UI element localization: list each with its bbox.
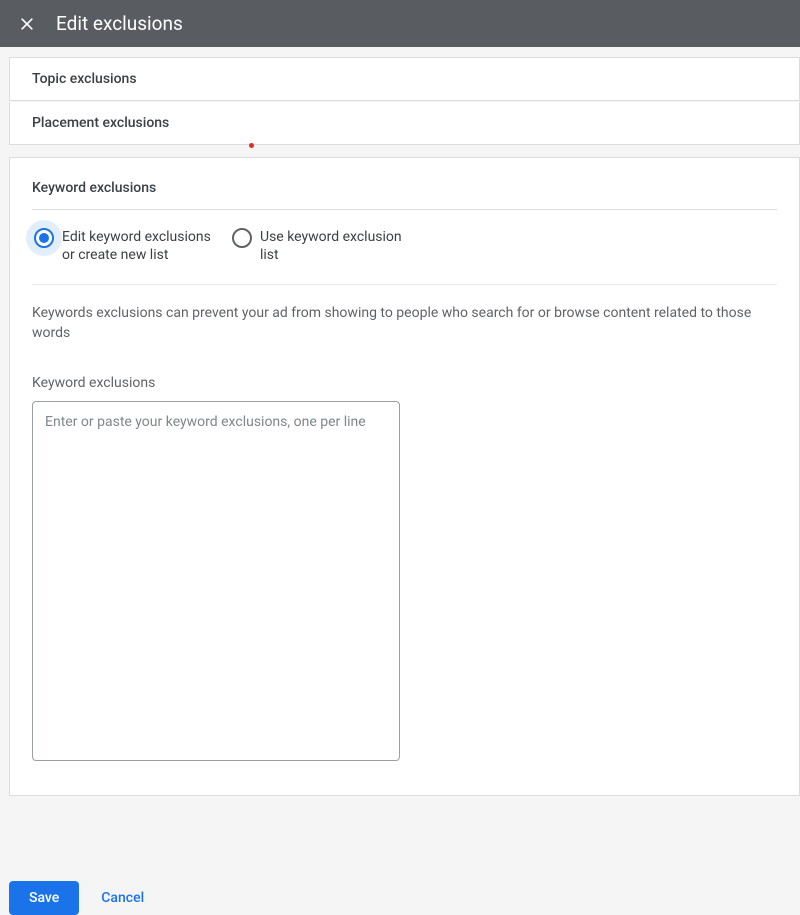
error-indicator-dot [249,143,254,148]
radio-icon [232,228,252,248]
save-button[interactable]: Save [9,881,79,915]
radio-edit-or-create[interactable]: Edit keyword exclusions or create new li… [34,228,224,264]
keyword-description: Keywords exclusions can prevent your ad … [32,303,777,343]
topic-exclusions-title: Topic exclusions [32,71,777,87]
radio-group: Edit keyword exclusions or create new li… [32,228,777,285]
textarea-label: Keyword exclusions [32,375,777,391]
radio-use-list[interactable]: Use keyword exclusion list [232,228,422,264]
radio-use-label: Use keyword exclusion list [260,228,422,264]
radio-icon [34,228,54,248]
content-area: Topic exclusions Placement exclusions Ke… [0,47,800,796]
keyword-exclusions-input[interactable] [32,401,400,761]
close-button[interactable] [12,9,42,39]
footer-bar: Save Cancel [0,881,800,915]
placement-exclusions-title: Placement exclusions [32,115,777,131]
keyword-section-header: Keyword exclusions [32,180,777,210]
keyword-exclusions-section: Keyword exclusions Edit keyword exclusio… [9,157,800,796]
placement-exclusions-section[interactable]: Placement exclusions [9,102,800,145]
radio-edit-label: Edit keyword exclusions or create new li… [62,228,224,264]
header-bar: Edit exclusions [0,0,800,47]
page-title: Edit exclusions [56,12,183,35]
keyword-exclusions-title: Keyword exclusions [32,180,777,196]
close-icon [19,16,35,32]
cancel-button[interactable]: Cancel [93,881,152,915]
topic-exclusions-section[interactable]: Topic exclusions [9,57,800,101]
